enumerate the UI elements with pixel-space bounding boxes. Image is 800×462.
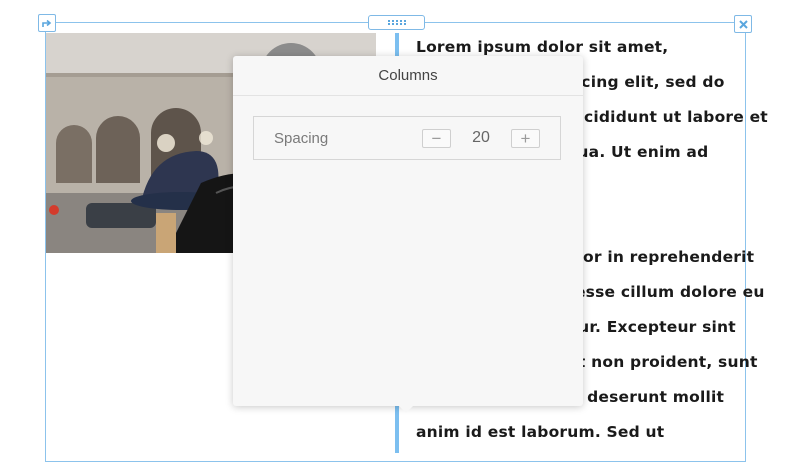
popover-arrow [399, 406, 413, 413]
text-line: anim id est laborum. Sed ut [416, 423, 665, 441]
popover-title: Columns [233, 56, 583, 96]
spacing-decrement-button[interactable]: − [422, 128, 451, 148]
columns-popover: Columns Spacing − 20 + [233, 56, 583, 413]
spacing-value[interactable]: 20 [451, 129, 511, 147]
spacing-control: Spacing − 20 + [253, 116, 561, 160]
close-icon [738, 19, 748, 29]
spacing-increment-button[interactable]: + [511, 128, 540, 148]
move-block-button[interactable] [38, 14, 56, 32]
drag-handle[interactable] [368, 15, 425, 30]
spacing-label: Spacing [274, 129, 329, 147]
arrow-icon [42, 19, 52, 27]
drag-handle-icon [387, 20, 406, 25]
